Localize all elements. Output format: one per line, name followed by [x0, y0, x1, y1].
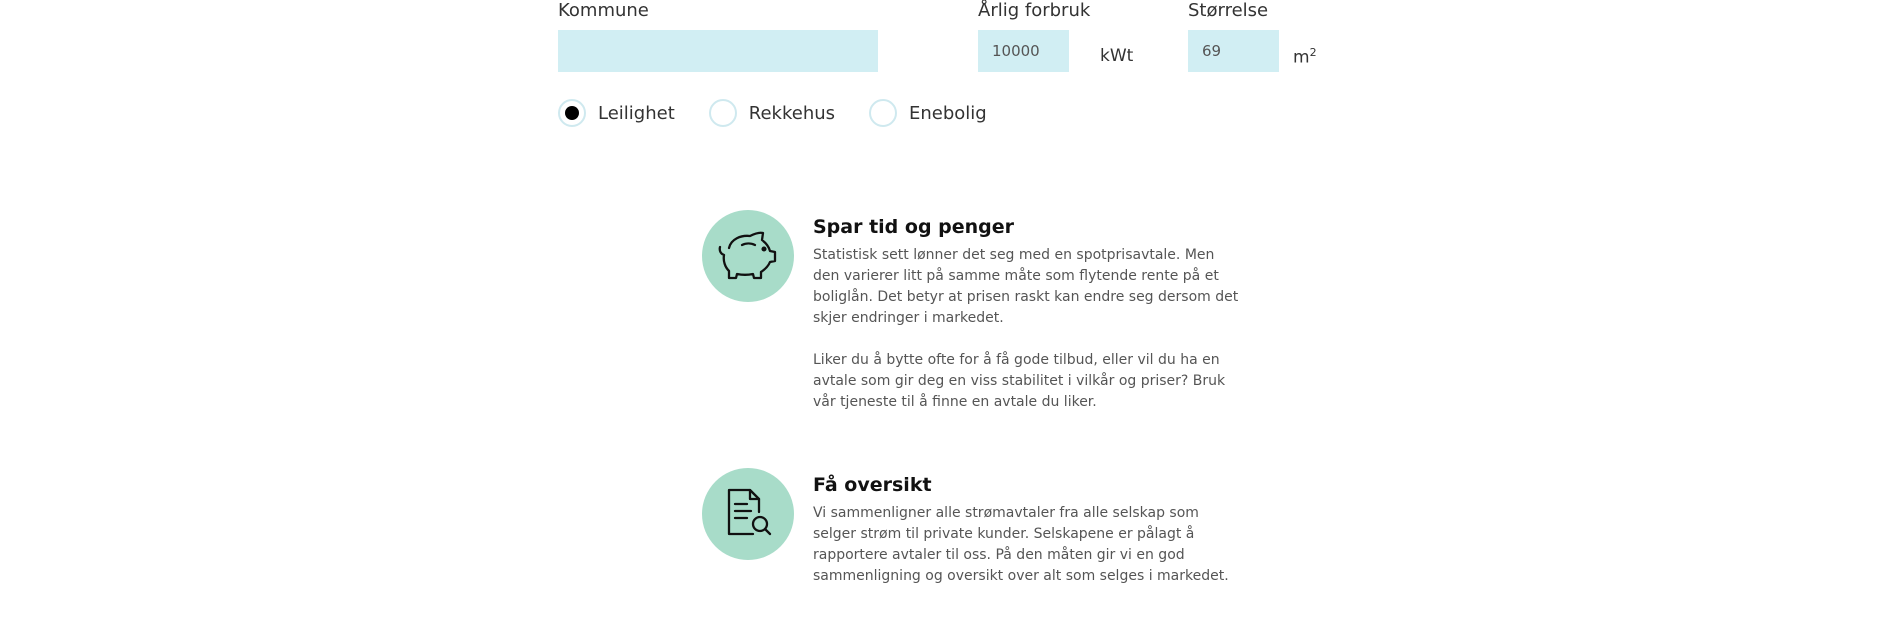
feature-paragraph: Liker du å bytte ofte for å få gode tilb…	[813, 352, 1226, 410]
feature-paragraph: Statistisk sett lønner det seg med en sp…	[813, 247, 1239, 326]
size-label: Størrelse	[1188, 0, 1269, 21]
annual-usage-label: Årlig forbruk	[978, 0, 1091, 21]
housing-type-radio-group: Leilighet Rekkehus Enebolig	[558, 99, 1021, 127]
feature-title: Få oversikt	[813, 474, 932, 496]
page: Kommune Årlig forbruk kWt Størrelse m2 L…	[0, 0, 1903, 628]
radio-label: Rekkehus	[748, 102, 836, 124]
feature-title: Spar tid og penger	[813, 216, 1015, 238]
feature-icon-circle	[702, 468, 794, 560]
feature-text: Få oversikt Vi sammenligner alle strømav…	[813, 473, 1243, 608]
annual-usage-unit: kWt	[1100, 46, 1134, 66]
radio-label: Enebolig	[909, 102, 987, 124]
size-unit: m2	[1293, 46, 1317, 68]
municipality-input[interactable]	[558, 30, 878, 72]
feature-text: Spar tid og penger Statistisk sett lønne…	[813, 215, 1243, 434]
radio-circle-checked[interactable]	[558, 99, 586, 127]
radio-dot	[565, 106, 579, 120]
feature-paragraph: Vi sammenligner alle strømavtaler fra al…	[813, 505, 1229, 584]
radio-rekkehus[interactable]: Rekkehus	[708, 99, 836, 127]
annual-usage-input[interactable]	[978, 30, 1069, 72]
radio-circle[interactable]	[869, 99, 898, 127]
feature-overview: Få oversikt Vi sammenligner alle strømav…	[702, 468, 1242, 608]
piggy-bank-icon	[718, 231, 777, 280]
radio-circle[interactable]	[708, 99, 737, 127]
document-search-icon	[727, 488, 772, 536]
radio-enebolig[interactable]: Enebolig	[869, 99, 987, 127]
feature-icon-circle	[702, 210, 794, 302]
radio-label: Leilighet	[598, 102, 675, 124]
size-input[interactable]	[1188, 30, 1279, 72]
radio-leilighet[interactable]: Leilighet	[558, 99, 675, 127]
feature-save-time-money: Spar tid og penger Statistisk sett lønne…	[702, 210, 1242, 420]
municipality-label: Kommune	[558, 0, 649, 21]
